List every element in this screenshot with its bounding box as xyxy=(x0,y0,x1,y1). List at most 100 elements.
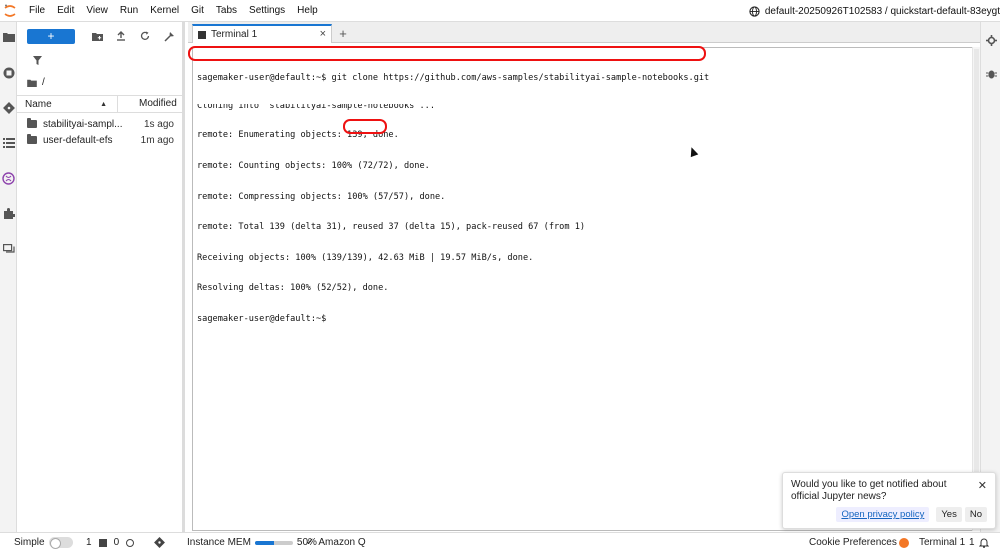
jupyter-logo-icon xyxy=(0,0,20,22)
active-document-label: Terminal 1 xyxy=(919,537,966,548)
notification-message: Would you like to get notified about off… xyxy=(791,479,947,502)
column-name-label: Name xyxy=(25,98,52,110)
terminal-line: remote: Counting objects: 100% (72/72), … xyxy=(197,161,430,172)
add-tab-button[interactable]: + xyxy=(336,25,350,41)
session-label: default-20250926T102583 / quickstart-def… xyxy=(764,5,1000,17)
extensions-icon[interactable] xyxy=(0,204,17,224)
kernel-indicator-icon xyxy=(126,538,135,547)
check-icon: ✓ xyxy=(306,537,315,548)
file-name: stabilityai-sampl... xyxy=(43,118,123,130)
cookie-preferences-link[interactable]: Cookie Preferences xyxy=(809,533,897,552)
column-header-modified[interactable]: Modified xyxy=(117,96,182,112)
menu-tabs[interactable]: Tabs xyxy=(210,0,243,22)
git-clone-icon[interactable] xyxy=(157,28,181,44)
terminal-status-icon xyxy=(98,538,107,547)
menu-settings[interactable]: Settings xyxy=(243,0,291,22)
terminal-icon xyxy=(198,30,206,39)
close-icon[interactable]: ✕ xyxy=(978,479,987,492)
session-info[interactable]: default-20250926T102583 / quickstart-def… xyxy=(749,0,1000,22)
running-sessions-icon[interactable] xyxy=(0,63,17,83)
file-browser: + / Name ▲ Modified stabilityai-sampl...… xyxy=(17,22,185,532)
breadcrumb-path[interactable]: / xyxy=(42,77,45,88)
notification-count: 1 xyxy=(969,537,975,548)
upload-icon[interactable] xyxy=(109,28,133,44)
status-bar: Simple 1 0 Instance MEM 50% ✓ Amazon Q C… xyxy=(0,532,1000,551)
terminal-line: sagemaker-user@default:~$ git clone http… xyxy=(197,73,710,84)
notifications[interactable]: 1 xyxy=(969,533,989,552)
folder-icon[interactable] xyxy=(0,27,17,47)
kernel-status[interactable]: 1 0 xyxy=(86,533,135,552)
git-status-icon[interactable] xyxy=(154,533,165,552)
tab-label: Terminal 1 xyxy=(211,29,258,40)
terminal-scrollbar[interactable] xyxy=(972,47,980,531)
column-modified-label: Modified xyxy=(139,98,177,109)
open-privacy-policy-button[interactable]: Open privacy policy xyxy=(836,507,930,522)
menu-items: File Edit View Run Kernel Git Tabs Setti… xyxy=(20,0,324,22)
memory-progress-bar xyxy=(254,540,293,545)
left-activity-bar xyxy=(0,22,17,532)
table-of-contents-icon[interactable] xyxy=(0,133,17,153)
terminal-line: remote: Compressing objects: 100% (57/57… xyxy=(197,191,446,202)
menu-bar: File Edit View Run Kernel Git Tabs Setti… xyxy=(0,0,1000,22)
memory-usage: Instance MEM 50% xyxy=(187,533,317,552)
column-header-name[interactable]: Name ▲ xyxy=(17,99,117,110)
notification-actions: Open privacy policy Yes No xyxy=(836,507,987,522)
filter-icon[interactable] xyxy=(33,56,42,68)
file-list-header: Name ▲ Modified xyxy=(17,95,182,113)
list-item[interactable]: stabilityai-sampl... 1s ago xyxy=(17,116,182,132)
folder-icon[interactable] xyxy=(27,79,37,87)
menu-kernel[interactable]: Kernel xyxy=(144,0,185,22)
menu-run[interactable]: Run xyxy=(114,0,144,22)
menu-git[interactable]: Git xyxy=(185,0,210,22)
terminal-prompt: sagemaker-user@default:~$ xyxy=(197,314,327,325)
terminal-line: Resolving deltas: 100% (52/52), done. xyxy=(197,283,389,294)
cookie-preferences-label: Cookie Preferences xyxy=(809,537,897,548)
terminal-line: remote: Enumerating objects: 139, done. xyxy=(197,130,399,141)
property-inspector-icon[interactable] xyxy=(981,30,1000,50)
simple-mode-label: Simple xyxy=(14,537,45,548)
git-icon[interactable] xyxy=(0,98,17,118)
menu-file[interactable]: File xyxy=(23,0,51,22)
menu-edit[interactable]: Edit xyxy=(51,0,80,22)
tab-bar: Terminal 1 × + xyxy=(188,22,980,43)
highlight-git-clone-command xyxy=(188,46,706,61)
scrollbar-thumb[interactable] xyxy=(974,49,979,529)
file-browser-toolbar: + xyxy=(27,27,181,45)
kernel-count: 1 xyxy=(86,537,92,548)
terminal-line: remote: Total 139 (delta 31), reused 37 … xyxy=(197,222,586,233)
sort-ascending-icon: ▲ xyxy=(100,100,107,108)
debug-status-icon xyxy=(899,537,909,548)
file-name: user-default-efs xyxy=(43,134,113,146)
refresh-icon[interactable] xyxy=(133,28,157,44)
highlight-done xyxy=(343,119,387,134)
terminal-count: 0 xyxy=(113,537,120,548)
right-sidebar xyxy=(980,22,1000,532)
list-item[interactable]: user-default-efs 1m ago xyxy=(17,132,182,148)
globe-icon xyxy=(749,5,760,17)
amazon-q-label: Amazon Q xyxy=(318,537,366,548)
no-button[interactable]: No xyxy=(964,507,987,522)
terminal-line: Cloning into 'stabilityai-sample-noteboo… xyxy=(197,104,435,111)
tab-terminal-1[interactable]: Terminal 1 × xyxy=(192,24,332,43)
new-folder-icon[interactable] xyxy=(85,28,109,44)
brain-icon[interactable] xyxy=(0,168,17,188)
amazon-q-status[interactable]: ✓ Amazon Q xyxy=(306,533,366,552)
terminal-line: Receiving objects: 100% (139/139), 42.63… xyxy=(197,252,534,263)
close-icon[interactable]: × xyxy=(320,28,326,40)
active-document: Terminal 1 xyxy=(899,533,965,552)
breadcrumb: / xyxy=(27,77,45,88)
terminal-output[interactable]: sagemaker-user@default:~$ git clone http… xyxy=(192,47,976,531)
chat-icon[interactable] xyxy=(0,239,17,259)
notification-toast: Would you like to get notified about off… xyxy=(782,472,996,529)
simple-mode[interactable]: Simple xyxy=(14,533,73,552)
menu-help[interactable]: Help xyxy=(291,0,324,22)
folder-icon xyxy=(27,134,37,144)
file-modified: 1s ago xyxy=(143,118,174,130)
simple-mode-toggle[interactable] xyxy=(48,537,73,549)
new-launcher-button[interactable]: + xyxy=(27,28,75,44)
file-modified: 1m ago xyxy=(140,134,174,146)
debugger-icon[interactable] xyxy=(981,63,1000,83)
main-area: Terminal 1 × + sagemaker-user@default:~$… xyxy=(188,22,980,532)
yes-button[interactable]: Yes xyxy=(936,507,962,522)
menu-view[interactable]: View xyxy=(80,0,114,22)
